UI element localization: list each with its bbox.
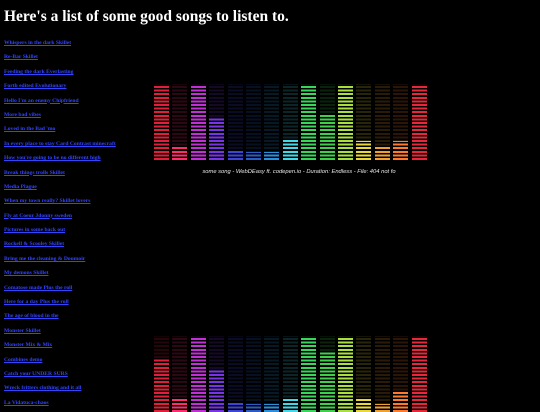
song-link[interactable]: Comatose made Plus the roll [4, 285, 72, 291]
eq-bar [172, 398, 188, 412]
eq-bar [356, 398, 372, 412]
eq-bar [338, 338, 353, 412]
song-link[interactable]: Hello I'm an enemy Chipfriend [4, 98, 79, 104]
eq-bar [246, 404, 261, 412]
list-item: Wreck fritters clothing and it all [4, 378, 116, 392]
eq-bar [411, 338, 427, 412]
list-item: Hello I'm an enemy Chipfriend [4, 91, 116, 105]
song-link[interactable]: Combines demo [4, 357, 42, 363]
list-item: In every place to stay Card Contrast min… [4, 134, 116, 148]
eq-bar [374, 404, 390, 412]
eq-bar [227, 401, 243, 412]
song-link[interactable]: Here for a day Plus the roll [4, 299, 69, 305]
list-item: Combines demo [4, 350, 116, 364]
list-item: Break things trolls Skillet [4, 163, 116, 177]
eq-bar [190, 338, 206, 412]
list-item: Bring me the cleaning & Doumoir [4, 249, 116, 263]
song-link[interactable]: More bad vibes [4, 112, 41, 118]
list-item: Here for a day Plus the roll [4, 292, 116, 306]
list-item: Monster Skillet [4, 321, 116, 335]
eq-bar [411, 86, 427, 160]
song-link[interactable]: Forth edited Evolutionary [4, 83, 66, 89]
eq-bar-track [246, 336, 261, 412]
now-playing-caption: some song - WebDEasy ft. codepen.io - Du… [202, 169, 396, 175]
song-link[interactable]: Monster Skillet [4, 328, 41, 334]
song-link[interactable]: Bring me the cleaning & Doumoir [4, 256, 85, 262]
song-link[interactable]: My demons Skillet [4, 270, 48, 276]
list-item: How you're going to be no different high [4, 148, 116, 162]
song-link[interactable]: Catch your UNDER SURS [4, 371, 68, 377]
audio-visualizer [154, 84, 430, 160]
song-link[interactable]: Pictures in some back out [4, 227, 65, 233]
song-link[interactable]: Loved in the Bad 'mo [4, 126, 55, 132]
list-item: Pictures in some back out [4, 220, 116, 234]
song-link[interactable]: Fly at Coeur Jdonny sweden [4, 213, 72, 219]
list-item: My demons Skillet [4, 263, 116, 277]
eq-bar [154, 86, 169, 160]
eq-bar [209, 370, 225, 412]
song-list: Whispers in the dark Skillet Re-Bar Skill… [4, 33, 116, 407]
eq-bar [301, 86, 317, 160]
eq-bar [356, 141, 372, 160]
eq-bar-track [264, 84, 280, 160]
eq-bar-track [264, 336, 280, 412]
eq-bar [282, 398, 298, 412]
list-item: Catch your UNDER SURS [4, 364, 116, 378]
list-item: Fly at Coeur Jdonny sweden [4, 206, 116, 220]
song-link[interactable]: When my town really? Skillet lovers [4, 198, 90, 204]
song-link[interactable]: Feeding the dark Everlasting [4, 69, 73, 75]
eq-bar [190, 86, 206, 160]
eq-bar [319, 114, 335, 160]
song-link[interactable]: Break things trolls Skillet [4, 170, 65, 176]
song-link[interactable]: Whispers in the dark Skillet [4, 40, 71, 46]
list-item: When my town really? Skillet lovers [4, 191, 116, 205]
list-item: Forth edited Evolutionary [4, 76, 116, 90]
list-item: Re-Bar Skillet [4, 47, 116, 61]
list-item: More bad vibes [4, 105, 116, 119]
list-item: Whispers in the dark Skillet [4, 33, 116, 47]
list-item: Monster Mix & Mix [4, 335, 116, 349]
eq-bar [227, 149, 243, 160]
list-item: Loved in the Bad 'mo [4, 119, 116, 133]
eq-bar [374, 146, 390, 160]
eq-bar-track [374, 336, 390, 412]
eq-bar [393, 141, 409, 160]
eq-bar [282, 139, 298, 160]
song-link[interactable]: Monster Mix & Mix [4, 342, 52, 348]
eq-bar [246, 152, 261, 160]
eq-bar [301, 338, 317, 412]
song-link[interactable]: Re-Bar Skillet [4, 54, 38, 60]
page-title: Here's a list of some good songs to list… [4, 8, 289, 25]
eq-bar-track [246, 84, 261, 160]
eq-bar [264, 404, 280, 412]
song-link[interactable]: Media Plague [4, 184, 37, 190]
list-item: Media Plague [4, 177, 116, 191]
eq-bar [393, 391, 409, 412]
audio-visualizer-secondary [154, 336, 430, 412]
eq-bar [172, 146, 188, 160]
eq-bar [319, 351, 335, 412]
list-item: Comatose made Plus the roll [4, 278, 116, 292]
song-link[interactable]: The age of blood in the [4, 313, 59, 319]
eq-bar [338, 86, 353, 160]
song-link[interactable]: In every place to stay Card Contrast min… [4, 141, 116, 147]
song-link[interactable]: Rockell & Scooley Skillet [4, 241, 64, 247]
list-item: The age of blood in the [4, 306, 116, 320]
list-item: Feeding the dark Everlasting [4, 62, 116, 76]
eq-bar [264, 152, 280, 160]
eq-bar [209, 118, 225, 160]
song-link[interactable]: How you're going to be no different high [4, 155, 101, 161]
song-link[interactable]: Wreck fritters clothing and it all [4, 385, 81, 391]
list-item: Rockell & Scooley Skillet [4, 234, 116, 248]
eq-bar [154, 359, 169, 412]
